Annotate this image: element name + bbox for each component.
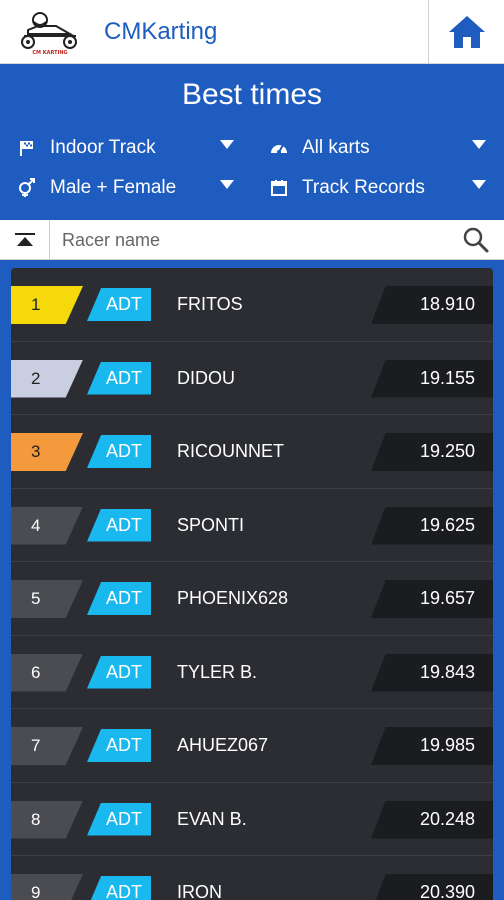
lap-time: 19.985 — [419, 735, 475, 755]
category-tag: ADT — [87, 876, 151, 900]
leaderboard-row[interactable]: 9 ADT IRON 20.390 — [11, 856, 493, 900]
collapse-filters-button[interactable] — [0, 220, 50, 260]
chevron-down-icon — [220, 140, 234, 149]
track-filter-label: Indoor Track — [50, 137, 156, 158]
category-tag: ADT — [87, 361, 151, 395]
karts-filter-dropdown[interactable]: All karts — [268, 134, 486, 162]
rank-badge: 8 — [11, 800, 83, 839]
top-bar: CM KARTING CMKarting — [0, 0, 504, 64]
gender-filter-label: Male + Female — [50, 177, 177, 198]
leaderboard-row[interactable]: 8 ADT EVAN B. 20.248 — [11, 783, 493, 856]
racer-name: EVAN B. — [177, 808, 247, 829]
home-icon — [448, 16, 485, 48]
records-filter-label: Track Records — [302, 177, 425, 198]
racer-name: SPONTI — [177, 514, 245, 535]
racer-name-search-input[interactable] — [62, 224, 442, 256]
rank-badge: 9 — [11, 874, 83, 900]
leaderboard-row[interactable]: 2 ADT DIDOU 19.155 — [11, 342, 493, 415]
search-bar — [0, 220, 504, 260]
speedometer-icon — [268, 137, 290, 159]
lap-time: 19.625 — [419, 514, 475, 535]
category-tag: ADT — [87, 435, 151, 468]
collapse-up-icon — [14, 233, 35, 246]
records-filter-dropdown[interactable]: Track Records — [268, 174, 486, 202]
racer-name: AHUEZ067 — [177, 735, 269, 755]
lap-time: 19.250 — [419, 441, 475, 461]
leaderboard-row[interactable]: 6 ADT TYLER B. 19.843 — [11, 636, 493, 709]
lap-time: 18.910 — [419, 294, 475, 314]
rank-badge: 1 — [11, 286, 83, 324]
racer-name: TYLER B. — [177, 661, 258, 682]
app-title: CMKarting — [104, 18, 218, 45]
flag-icon — [16, 137, 38, 159]
category-tag: ADT — [87, 288, 151, 321]
category-tag: ADT — [87, 655, 151, 689]
rank-badge: 4 — [11, 506, 83, 545]
racer-name: IRON — [177, 882, 222, 900]
racer-name: PHOENIX628 — [177, 588, 289, 608]
category-tag: ADT — [87, 802, 151, 836]
lap-time: 19.657 — [419, 588, 475, 608]
racer-name: RICOUNNET — [177, 441, 284, 461]
lap-time: 19.843 — [419, 661, 475, 682]
chevron-down-icon — [220, 180, 234, 189]
home-button[interactable] — [428, 0, 504, 64]
rank-badge: 6 — [11, 653, 83, 692]
search-icon — [463, 227, 489, 253]
gender-filter-dropdown[interactable]: Male + Female — [16, 174, 234, 202]
search-button[interactable] — [462, 226, 490, 254]
racer-name: DIDOU — [177, 367, 235, 388]
gender-icon — [16, 177, 38, 199]
lap-time: 20.248 — [419, 808, 475, 829]
leaderboard-row[interactable]: 1 ADT FRITOS 18.910 — [11, 268, 493, 342]
track-filter-dropdown[interactable]: Indoor Track — [16, 134, 234, 162]
leaderboard-row[interactable]: 7 ADT AHUEZ067 19.985 — [11, 709, 493, 783]
best-times-list[interactable]: 1 ADT FRITOS 18.910 2 ADT DIDOU 19.155 3 ADT RICOU… — [11, 268, 493, 900]
karts-filter-label: All karts — [302, 137, 370, 158]
chevron-down-icon — [472, 140, 486, 149]
lap-time: 20.390 — [419, 882, 475, 900]
calendar-icon — [268, 177, 290, 199]
filter-panel: Best times Indoor Track All karts Male +… — [0, 64, 504, 220]
chevron-down-icon — [472, 180, 486, 189]
category-tag: ADT — [87, 729, 151, 762]
leaderboard-row[interactable]: 3 ADT RICOUNNET 19.250 — [11, 415, 493, 489]
category-tag: ADT — [87, 508, 151, 542]
cmkarting-logo[interactable]: CM KARTING — [10, 8, 90, 56]
page-title: Best times — [181, 78, 323, 111]
logo-text: CM KARTING — [32, 50, 67, 56]
lap-time: 19.155 — [419, 367, 475, 388]
leaderboard-row[interactable]: 4 ADT SPONTI 19.625 — [11, 489, 493, 562]
rank-badge: 2 — [11, 359, 83, 398]
rank-badge: 3 — [11, 433, 83, 471]
leaderboard-row[interactable]: 5 ADT PHOENIX628 19.657 — [11, 562, 493, 636]
category-tag: ADT — [87, 582, 151, 615]
racer-name: FRITOS — [177, 294, 243, 314]
rank-badge: 5 — [11, 580, 83, 618]
rank-badge: 7 — [11, 727, 83, 765]
